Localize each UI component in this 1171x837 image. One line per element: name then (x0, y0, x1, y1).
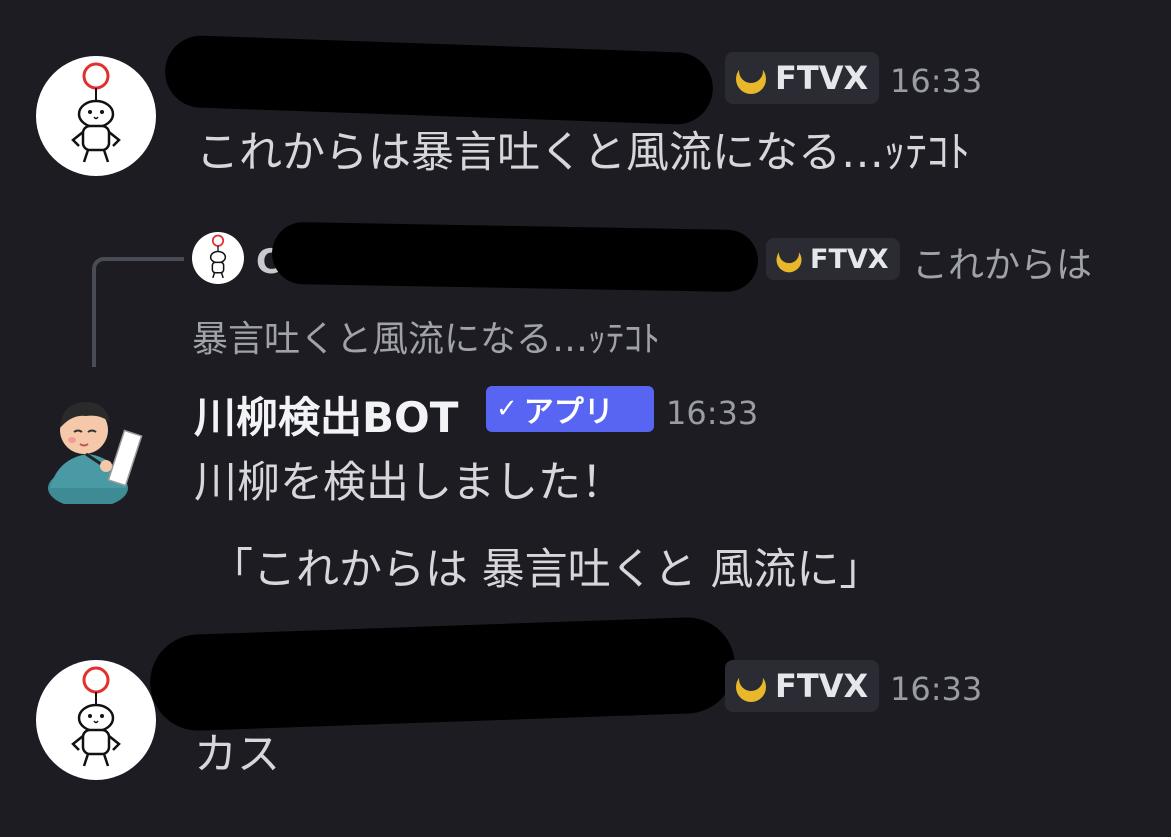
clan-tag[interactable]: FTVX (725, 52, 879, 104)
message-text: カス (194, 730, 280, 780)
message-text: 川柳を検出しました！ (194, 458, 624, 508)
clan-tag-label: FTVX (775, 667, 869, 705)
message-timestamp[interactable]: 16:33 (890, 670, 982, 708)
message-text: これからは暴言吐くと風流になる…ｯﾃｺﾄ (196, 128, 970, 178)
reply-preview-text[interactable]: これからは (912, 236, 1092, 288)
checkmark-icon: ✓ (496, 394, 518, 424)
clan-tag[interactable]: FTVX (725, 660, 879, 712)
crescent-moon-icon (776, 244, 802, 273)
app-badge: ✓ アプリ (486, 386, 654, 432)
user-avatar[interactable] (36, 660, 156, 780)
redacted-username (148, 615, 737, 733)
bot-username[interactable]: 川柳検出BOT (194, 384, 458, 445)
haiku-writer-illustration-icon (48, 402, 143, 504)
reply-author-avatar[interactable] (192, 232, 244, 284)
app-badge-label: アプリ (523, 395, 614, 430)
clan-tag-label: FTVX (775, 59, 869, 97)
doodle-figure-avatar-icon (71, 666, 121, 767)
reply-connector-line (92, 257, 184, 367)
crescent-moon-icon (736, 60, 766, 94)
doodle-figure-avatar-icon (71, 62, 121, 163)
reply-clan-tag[interactable]: FTVX (766, 238, 900, 280)
crescent-moon-icon (736, 668, 766, 702)
redacted-username (163, 34, 715, 126)
user-avatar[interactable] (36, 56, 156, 176)
reply-clan-tag-label: FTVX (810, 243, 889, 275)
detected-haiku-quote: 「これからは 暴言吐くと 風流に」 (210, 545, 883, 595)
redacted-reply-username (271, 221, 759, 293)
doodle-figure-avatar-icon (209, 234, 227, 279)
message-timestamp[interactable]: 16:33 (666, 394, 758, 432)
bot-avatar[interactable] (36, 384, 156, 504)
message-timestamp[interactable]: 16:33 (890, 62, 982, 100)
reply-preview-text-continued[interactable]: 暴言吐くと風流になる…ｯﾃｺﾄ (192, 310, 660, 362)
